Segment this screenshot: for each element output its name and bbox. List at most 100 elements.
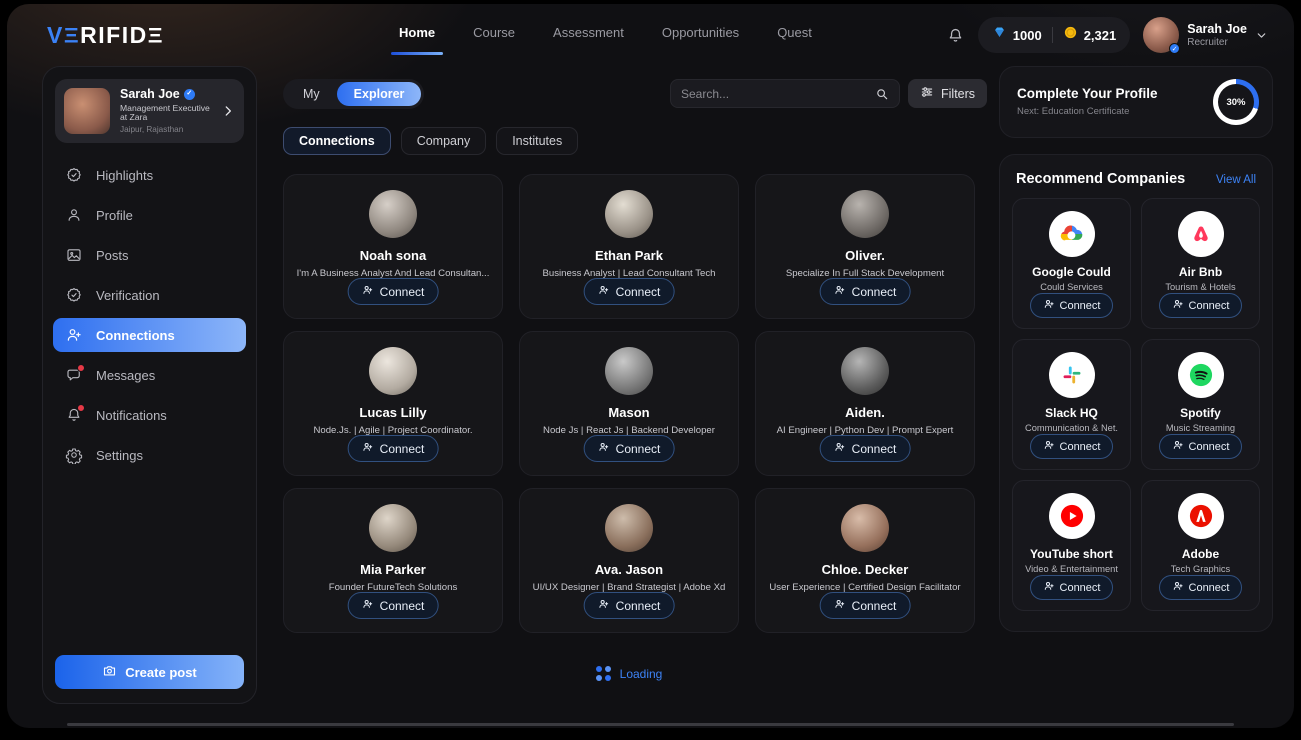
my-explorer-toggle: My Explorer xyxy=(283,79,424,109)
bell-icon xyxy=(64,406,83,425)
filters-button[interactable]: Filters xyxy=(908,79,987,108)
notification-bell-icon[interactable] xyxy=(946,26,965,45)
connect-label: Connect xyxy=(616,285,661,299)
company-card-air-bnb[interactable]: Air BnbTourism & HotelsConnect xyxy=(1141,198,1260,329)
progress-ring: 30% xyxy=(1213,79,1259,125)
connect-button[interactable]: Connect xyxy=(348,278,439,305)
person-card-chloe-decker[interactable]: Chloe. DeckerUser Experience | Certified… xyxy=(755,488,975,633)
company-category: Could Services xyxy=(1013,282,1130,292)
user-plus-icon xyxy=(1043,298,1055,313)
connect-button[interactable]: Connect xyxy=(820,592,911,619)
connect-button[interactable]: Connect xyxy=(1030,293,1114,318)
rosette-icon xyxy=(64,166,83,185)
connect-button[interactable]: Connect xyxy=(584,592,675,619)
spotify-logo-icon xyxy=(1178,352,1224,398)
tab-connections[interactable]: Connections xyxy=(283,127,391,155)
toggle-my[interactable]: My xyxy=(286,82,337,106)
tab-company[interactable]: Company xyxy=(401,127,487,155)
sidebar-item-label: Highlights xyxy=(96,168,153,183)
user-name: Sarah Joe xyxy=(1187,22,1247,37)
company-card-spotify[interactable]: SpotifyMusic StreamingConnect xyxy=(1141,339,1260,470)
search-input[interactable] xyxy=(681,87,867,101)
person-card-ava-jason[interactable]: Ava. JasonUI/UX Designer | Brand Strateg… xyxy=(519,488,739,633)
company-name: Slack HQ xyxy=(1013,406,1130,420)
verified-icon: ✓ xyxy=(184,89,195,100)
user-plus-icon xyxy=(362,284,374,299)
tab-institutes[interactable]: Institutes xyxy=(496,127,578,155)
nav-assessment[interactable]: Assessment xyxy=(553,4,624,61)
user-meta: Sarah Joe Recruiter xyxy=(1187,22,1247,49)
logo-middle: RIFID xyxy=(80,22,148,49)
connect-button[interactable]: Connect xyxy=(348,435,439,462)
company-card-google-could[interactable]: Google CouldCould ServicesConnect xyxy=(1012,198,1131,329)
verified-icon: ✓ xyxy=(1169,43,1180,54)
pill-divider xyxy=(1052,27,1053,43)
nav-home[interactable]: Home xyxy=(399,4,435,61)
user-plus-icon xyxy=(1043,439,1055,454)
connect-label: Connect xyxy=(380,442,425,456)
connect-button[interactable]: Connect xyxy=(1030,575,1114,600)
adobe-logo-icon xyxy=(1178,493,1224,539)
search-icon[interactable] xyxy=(875,87,889,101)
person-name: Mason xyxy=(520,405,738,420)
create-post-button[interactable]: Create post xyxy=(55,655,244,689)
nav-course[interactable]: Course xyxy=(473,4,515,61)
company-card-youtube-short[interactable]: YouTube shortVideo & EntertainmentConnec… xyxy=(1012,480,1131,611)
view-all-link[interactable]: View All xyxy=(1216,174,1256,186)
sidebar-item-connections[interactable]: Connections xyxy=(53,318,246,352)
profile-title: Management Executive at Zara xyxy=(120,104,211,124)
person-name: Chloe. Decker xyxy=(756,562,974,577)
sidebar-item-posts[interactable]: Posts xyxy=(53,235,246,275)
sidebar-item-label: Connections xyxy=(96,328,175,343)
sidebar-item-messages[interactable]: Messages xyxy=(53,355,246,395)
badge-dot xyxy=(77,364,85,372)
currency-pill[interactable]: 1000 2,321 xyxy=(978,17,1130,53)
connect-label: Connect xyxy=(1189,441,1230,453)
person-avatar xyxy=(605,504,653,552)
connect-label: Connect xyxy=(1189,582,1230,594)
person-card-mia-parker[interactable]: Mia ParkerFounder FutureTech SolutionsCo… xyxy=(283,488,503,633)
connect-button[interactable]: Connect xyxy=(348,592,439,619)
connect-button[interactable]: Connect xyxy=(1159,575,1243,600)
sidebar-item-notifications[interactable]: Notifications xyxy=(53,395,246,435)
sidebar-item-settings[interactable]: Settings xyxy=(53,435,246,475)
rosette-icon xyxy=(64,286,83,305)
nav-opportunities[interactable]: Opportunities xyxy=(662,4,739,61)
person-avatar xyxy=(841,190,889,238)
connect-button[interactable]: Connect xyxy=(1159,434,1243,459)
user-menu[interactable]: ✓ Sarah Joe Recruiter xyxy=(1143,17,1268,53)
chevron-down-icon[interactable] xyxy=(1255,29,1268,42)
connect-label: Connect xyxy=(1060,300,1101,312)
sliders-icon xyxy=(920,85,934,102)
connect-label: Connect xyxy=(852,285,897,299)
connect-button[interactable]: Connect xyxy=(1159,293,1243,318)
person-card-noah-sona[interactable]: Noah sonaI'm A Business Analyst And Lead… xyxy=(283,174,503,319)
logo-e1: Ξ xyxy=(64,23,80,48)
sidebar-item-label: Messages xyxy=(96,368,155,383)
person-card-aiden[interactable]: Aiden.AI Engineer | Python Dev | Prompt … xyxy=(755,331,975,476)
user-plus-icon xyxy=(598,598,610,613)
sidebar-item-profile[interactable]: Profile xyxy=(53,195,246,235)
person-card-lucas-lilly[interactable]: Lucas LillyNode.Js. | Agile | Project Co… xyxy=(283,331,503,476)
sidebar-profile-card[interactable]: Sarah Joe✓ Management Executive at Zara … xyxy=(55,79,244,143)
toggle-explorer[interactable]: Explorer xyxy=(337,82,422,106)
company-card-slack-hq[interactable]: Slack HQ Communication & Net.Connect xyxy=(1012,339,1131,470)
connect-button[interactable]: Connect xyxy=(584,435,675,462)
connect-button[interactable]: Connect xyxy=(1030,434,1114,459)
connect-button[interactable]: Connect xyxy=(584,278,675,305)
sidebar-item-verification[interactable]: Verification xyxy=(53,275,246,315)
connect-button[interactable]: Connect xyxy=(820,278,911,305)
completion-title: Complete Your Profile xyxy=(1017,86,1158,101)
sidebar-item-label: Notifications xyxy=(96,408,167,423)
company-card-adobe[interactable]: AdobeTech GraphicsConnect xyxy=(1141,480,1260,611)
sidebar-item-highlights[interactable]: Highlights xyxy=(53,155,246,195)
connect-button[interactable]: Connect xyxy=(820,435,911,462)
person-card-mason[interactable]: MasonNode Js | React Js | Backend Develo… xyxy=(519,331,739,476)
nav-quest[interactable]: Quest xyxy=(777,4,812,61)
category-tabs: Connections Company Institutes xyxy=(283,127,578,155)
person-card-ethan-park[interactable]: Ethan ParkBusiness Analyst | Lead Consul… xyxy=(519,174,739,319)
camera-icon xyxy=(102,663,117,681)
user-avatar: ✓ xyxy=(1143,17,1179,53)
person-card-oliver[interactable]: Oliver.Specialize In Full Stack Developm… xyxy=(755,174,975,319)
company-category: Communication & Net. xyxy=(1013,423,1130,433)
